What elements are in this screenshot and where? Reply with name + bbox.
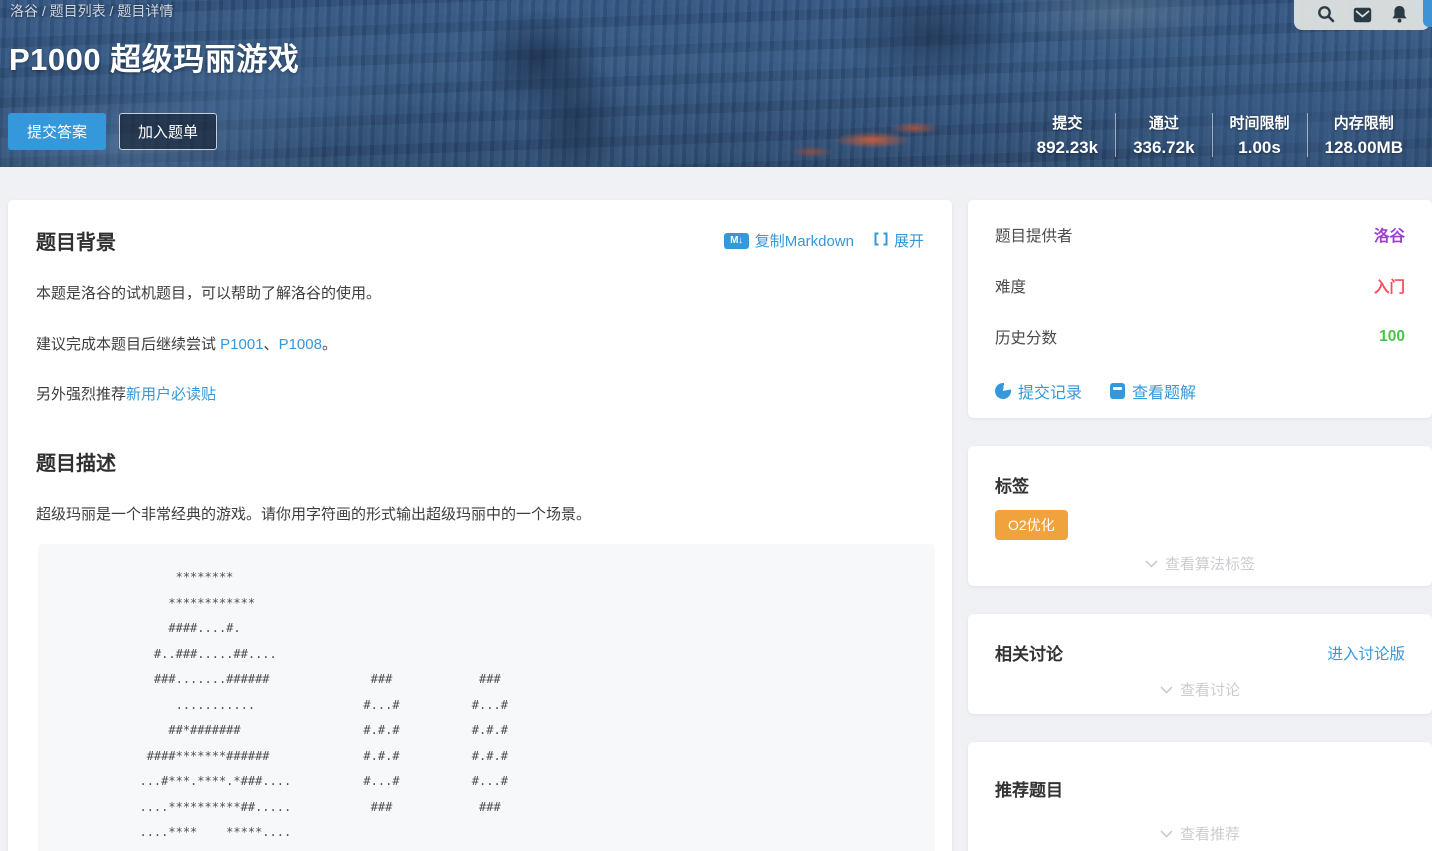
submit-answer-button[interactable]: 提交答案 <box>8 113 106 150</box>
stat-time-limit: 时间限制 1.00s <box>1213 112 1307 158</box>
expand-icon <box>874 232 888 250</box>
add-to-problem-list-button[interactable]: 加入题单 <box>119 113 217 150</box>
ascii-art: ******** ************ ####....#. #..###.… <box>60 565 925 851</box>
info-label: 历史分数 <box>995 326 1057 348</box>
info-links: 提交记录 查看题解 <box>995 379 1405 403</box>
description-heading: 题目描述 <box>36 447 924 476</box>
stat-label: 提交 <box>1037 112 1098 133</box>
discussions-heading: 相关讨论 <box>995 640 1063 665</box>
view-solutions-label: 查看题解 <box>1132 379 1196 403</box>
page: 洛谷 / 题目列表 / 题目详情 P1000 超级玛丽游戏 提交答案 加入题单 … <box>0 0 1432 851</box>
info-label: 难度 <box>995 275 1026 297</box>
background-paragraph-3: 另外强烈推荐新用户必读贴 <box>36 384 924 407</box>
stat-value: 892.23k <box>1037 138 1098 158</box>
background-paragraph-2: 建议完成本题目后继续尝试 P1001、P1008。 <box>36 334 924 357</box>
chevron-down-icon <box>1160 825 1173 842</box>
problem-title: P1000 超级玛丽游戏 <box>9 34 299 79</box>
description-paragraph: 超级玛丽是一个非常经典的游戏。请你用字符画的形式输出超级玛丽中的一个场景。 <box>36 504 924 527</box>
breadcrumb[interactable]: 洛谷 / 题目列表 / 题目详情 <box>10 1 173 21</box>
stat-memory-limit: 内存限制 128.00MB <box>1308 112 1420 158</box>
info-row-score: 历史分数 100 <box>995 328 1405 346</box>
score-value: 100 <box>1379 328 1405 346</box>
chevron-down-icon <box>1145 555 1158 572</box>
show-discussions-toggle[interactable]: 查看讨论 <box>995 679 1405 700</box>
stat-label: 时间限制 <box>1230 112 1290 133</box>
text: 另外强烈推荐 <box>36 386 126 403</box>
link-newbie-guide[interactable]: 新用户必读贴 <box>126 386 216 403</box>
problem-card: 题目背景 M↓ 复制Markdown 展开 本题是洛谷的试机题目，可以帮助了解洛… <box>8 200 952 851</box>
stat-accepted: 通过 336.72k <box>1116 112 1211 158</box>
chevron-down-icon <box>1160 681 1173 698</box>
show-recommendations-toggle[interactable]: 查看推荐 <box>995 823 1405 844</box>
stat-value: 128.00MB <box>1325 138 1403 158</box>
tag-o2[interactable]: O2优化 <box>995 510 1068 540</box>
recommendations-heading: 推荐题目 <box>995 776 1405 801</box>
notifications-icon[interactable] <box>1391 5 1408 23</box>
background-section-header: 题目背景 M↓ 复制Markdown 展开 <box>36 226 924 255</box>
messages-icon[interactable] <box>1353 7 1372 23</box>
provider-value[interactable]: 洛谷 <box>1374 224 1405 246</box>
topbar-icon-panel <box>1294 0 1430 30</box>
content-area: 题目背景 M↓ 复制Markdown 展开 本题是洛谷的试机题目，可以帮助了解洛… <box>0 167 1432 851</box>
link-p1001[interactable]: P1001 <box>220 336 263 353</box>
user-avatar[interactable] <box>1423 0 1432 27</box>
stat-submissions: 提交 892.23k <box>1020 112 1115 158</box>
text: 、 <box>264 336 279 353</box>
background-heading: 题目背景 <box>36 226 116 255</box>
discussions-card: 相关讨论 进入讨论版 查看讨论 <box>968 614 1432 714</box>
search-icon[interactable] <box>1317 5 1335 23</box>
show-algorithm-tags-toggle[interactable]: 查看算法标签 <box>995 553 1405 574</box>
copy-markdown-label: 复制Markdown <box>755 230 854 251</box>
link-p1008[interactable]: P1008 <box>279 336 322 353</box>
submission-records-link[interactable]: 提交记录 <box>995 379 1082 403</box>
sidebar: 题目提供者 洛谷 难度 入门 历史分数 100 提交记录 <box>968 200 1432 851</box>
tags-heading: 标签 <box>995 472 1405 497</box>
background-paragraph-1: 本题是洛谷的试机题目，可以帮助了解洛谷的使用。 <box>36 283 924 306</box>
card-actions: M↓ 复制Markdown 展开 <box>724 230 924 251</box>
copy-markdown-button[interactable]: M↓ 复制Markdown <box>724 230 854 251</box>
submission-records-label: 提交记录 <box>1018 379 1082 403</box>
stat-label: 通过 <box>1133 112 1194 133</box>
book-icon <box>1110 383 1125 399</box>
enter-discussion-board-link[interactable]: 进入讨论版 <box>1327 642 1405 664</box>
info-row-difficulty: 难度 入门 <box>995 277 1405 295</box>
difficulty-value: 入门 <box>1374 275 1405 297</box>
view-solutions-link[interactable]: 查看题解 <box>1110 379 1196 403</box>
text: 。 <box>322 336 337 353</box>
recommendations-card: 推荐题目 查看推荐 <box>968 742 1432 851</box>
info-row-provider: 题目提供者 洛谷 <box>995 226 1405 244</box>
banner-buttons: 提交答案 加入题单 <box>8 113 217 150</box>
ascii-art-code-block: ******** ************ ####....#. #..###.… <box>38 544 935 851</box>
problem-info-card: 题目提供者 洛谷 难度 入门 历史分数 100 提交记录 <box>968 200 1432 418</box>
show-discussions-label: 查看讨论 <box>1180 679 1240 700</box>
problem-banner: 洛谷 / 题目列表 / 题目详情 P1000 超级玛丽游戏 提交答案 加入题单 … <box>0 0 1432 167</box>
discussions-header: 相关讨论 进入讨论版 <box>995 640 1405 665</box>
tags-card: 标签 O2优化 查看算法标签 <box>968 446 1432 586</box>
expand-label: 展开 <box>894 230 924 251</box>
show-algorithm-tags-label: 查看算法标签 <box>1165 553 1255 574</box>
expand-button[interactable]: 展开 <box>874 230 924 251</box>
stat-value: 1.00s <box>1230 138 1290 158</box>
info-label: 题目提供者 <box>995 224 1073 246</box>
stat-value: 336.72k <box>1133 138 1194 158</box>
problem-stats: 提交 892.23k 通过 336.72k 时间限制 1.00s 内存限制 12… <box>1020 112 1420 158</box>
show-recommendations-label: 查看推荐 <box>1180 823 1240 844</box>
markdown-icon: M↓ <box>724 233 749 249</box>
text: 建议完成本题目后继续尝试 <box>36 336 220 353</box>
stat-label: 内存限制 <box>1325 112 1403 133</box>
pie-chart-icon <box>995 383 1011 399</box>
